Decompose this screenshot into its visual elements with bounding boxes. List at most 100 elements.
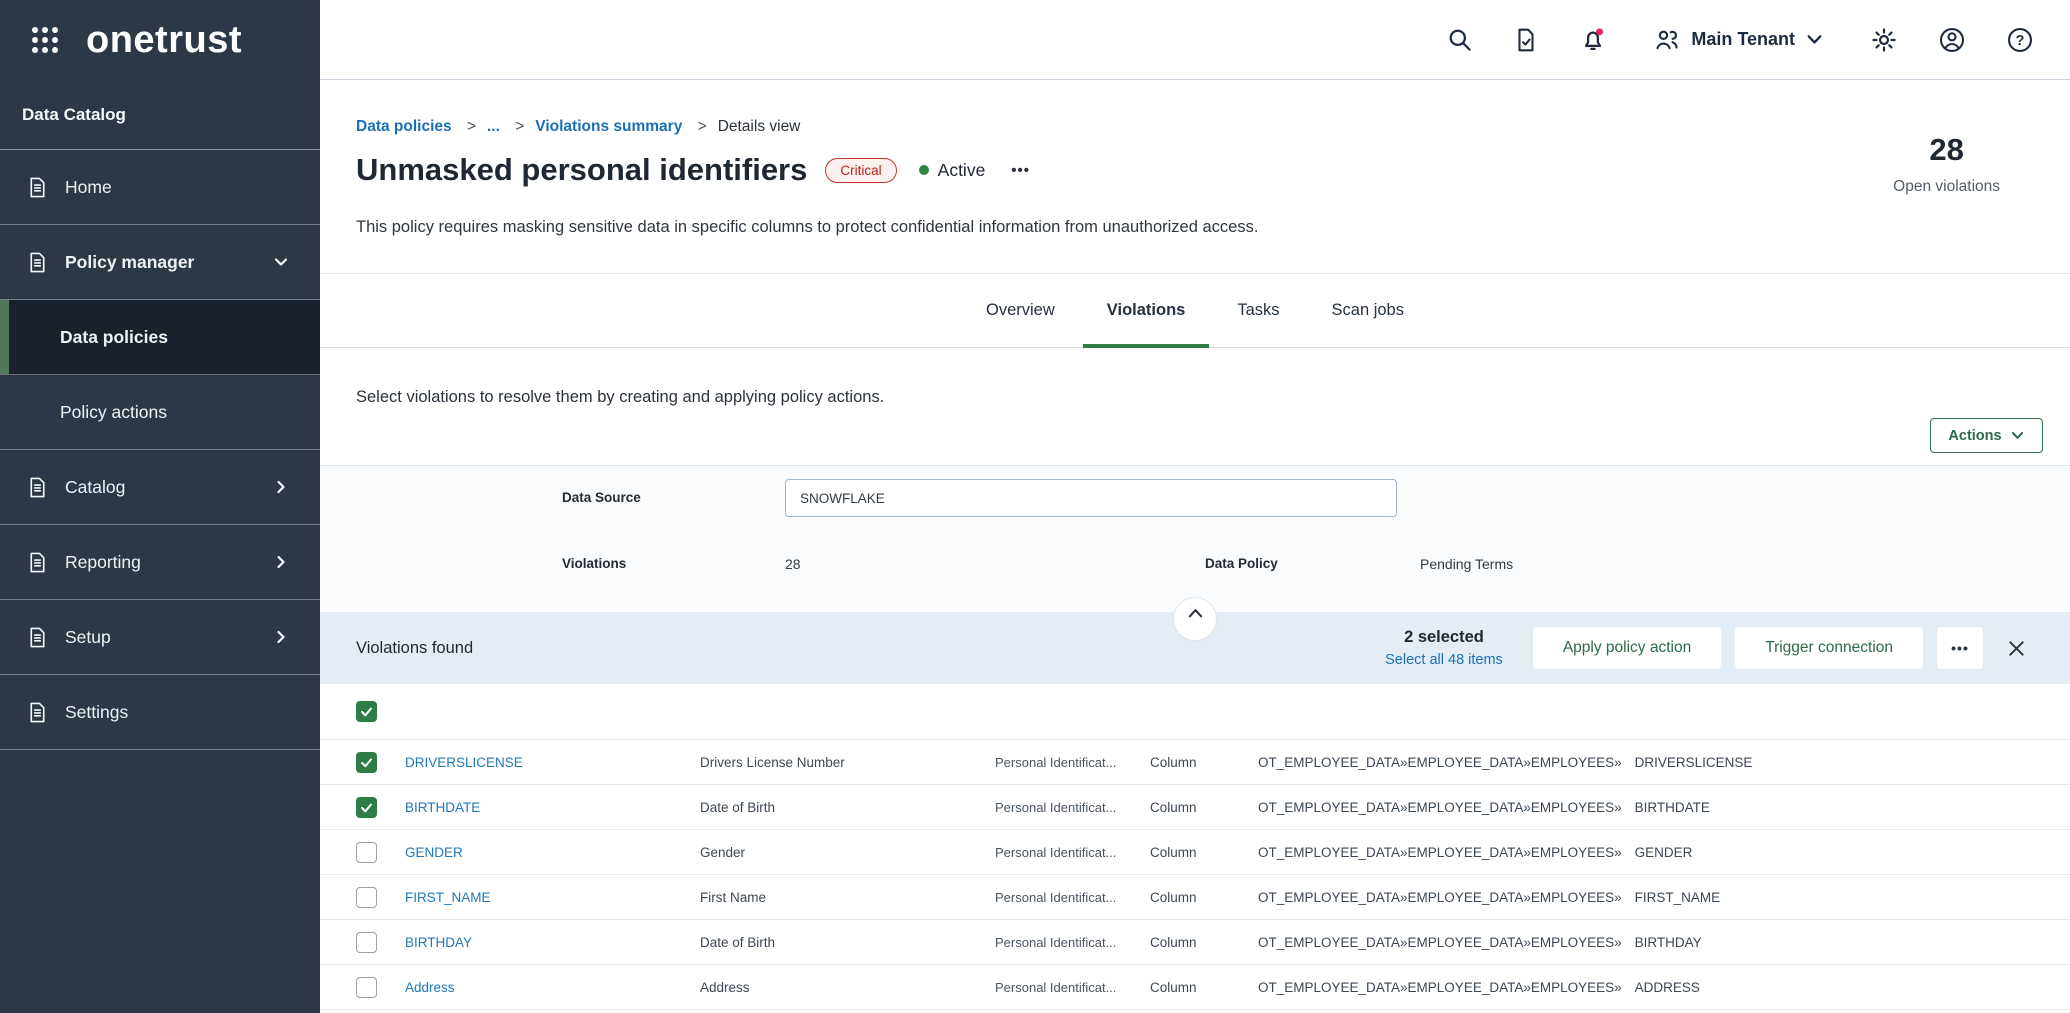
tags-cell: Personal Identificat...: [995, 845, 1150, 860]
tab[interactable]: Tasks: [1235, 274, 1281, 347]
settings-gear-icon[interactable]: [1870, 26, 1898, 54]
terms-cell: Date of Birth: [700, 800, 995, 815]
type-cell: Column: [1150, 935, 1258, 950]
sidebar-item[interactable]: Settings: [0, 675, 320, 750]
sidebar: onetrust Data Catalog Home: [0, 0, 320, 1013]
apply-policy-action-button[interactable]: Apply policy action: [1533, 627, 1721, 669]
sidebar-item-label: Policy actions: [60, 402, 167, 423]
breadcrumb-label: ...: [487, 118, 500, 135]
instruction-text: Select violations to resolve them by cre…: [356, 388, 884, 407]
search-icon[interactable]: [1446, 26, 1473, 53]
tab[interactable]: Overview: [984, 274, 1057, 347]
app-name-label: Data Catalog: [0, 80, 320, 150]
data-source-label: Data Source: [562, 490, 641, 505]
stat-label: Open violations: [1893, 178, 2000, 196]
policy-description: This policy requires masking sensitive d…: [356, 218, 1258, 237]
violation-name-link[interactable]: BIRTHDAY: [405, 935, 700, 950]
select-all-cell: [356, 701, 405, 722]
document-check-icon[interactable]: [1513, 27, 1539, 53]
row-checkbox[interactable]: [356, 797, 377, 818]
tab[interactable]: Violations: [1105, 274, 1188, 347]
selection-bar-actions: 2 selected Select all 48 items Apply pol…: [1385, 627, 2070, 669]
chevron-down-icon: [2010, 428, 2025, 443]
violations-found-title: Violations found: [356, 639, 473, 658]
document-icon: [26, 176, 49, 199]
breadcrumb-item[interactable]: Violations summary: [535, 118, 717, 136]
row-checkbox[interactable]: [356, 752, 377, 773]
type-cell: Column: [1150, 800, 1258, 815]
path-leaf: BIRTHDAY: [1635, 935, 1702, 950]
type-cell: Column: [1150, 890, 1258, 905]
top-bar: Main Tenant ?: [320, 0, 2070, 80]
violation-name-link[interactable]: BIRTHDATE: [405, 800, 700, 815]
sidebar-item[interactable]: Home: [0, 150, 320, 225]
sidebar-item[interactable]: Reporting: [0, 525, 320, 600]
table-row: DRIVERSLICENSE Drivers License Number Pe…: [320, 740, 2070, 785]
help-icon[interactable]: ?: [2006, 26, 2034, 54]
data-policy-value: Pending Terms: [1420, 556, 1513, 572]
more-actions-menu-icon[interactable]: •••: [1937, 627, 1983, 669]
violation-name-link[interactable]: FIRST_NAME: [405, 890, 700, 905]
path-cell: OT_EMPLOYEE_DATA»EMPLOYEE_DATA»EMPLOYEES…: [1258, 755, 2070, 770]
tags-cell: Personal Identificat...: [995, 935, 1150, 950]
document-icon: [26, 626, 49, 649]
chevron-icon: [272, 628, 290, 646]
violations-count-value: 28: [785, 556, 801, 572]
path-leaf: DRIVERSLICENSE: [1635, 755, 1753, 770]
actions-button[interactable]: Actions: [1930, 418, 2043, 453]
row-checkbox[interactable]: [356, 887, 377, 908]
app-window: onetrust Data Catalog Home: [0, 0, 2070, 1013]
select-all-checkbox[interactable]: [356, 701, 377, 722]
tenant-selector[interactable]: Main Tenant: [1653, 26, 1824, 54]
sidebar-item[interactable]: Policy manager: [0, 225, 320, 300]
row-checkbox[interactable]: [356, 842, 377, 863]
sidebar-item[interactable]: Policy actions: [0, 375, 320, 450]
trigger-connection-button[interactable]: Trigger connection: [1735, 627, 1923, 669]
tab-label: Violations: [1107, 301, 1186, 320]
violation-name-link[interactable]: GENDER: [405, 845, 700, 860]
path-prefix: OT_EMPLOYEE_DATA»EMPLOYEE_DATA»EMPLOYEES…: [1258, 935, 1622, 950]
filter-fields-panel: Data Source Violations 28 Data Policy Pe…: [320, 465, 2070, 612]
document-icon: [26, 476, 49, 499]
sidebar-item[interactable]: Catalog: [0, 450, 320, 525]
violation-name-link[interactable]: DRIVERSLICENSE: [405, 755, 700, 770]
terms-cell: Gender: [700, 845, 995, 860]
selection-summary: 2 selected Select all 48 items: [1385, 628, 1503, 668]
sidebar-item[interactable]: Setup: [0, 600, 320, 675]
path-cell: OT_EMPLOYEE_DATA»EMPLOYEE_DATA»EMPLOYEES…: [1258, 980, 2070, 995]
checkbox-cell: [356, 932, 405, 953]
terms-cell: Date of Birth: [700, 935, 995, 950]
path-prefix: OT_EMPLOYEE_DATA»EMPLOYEE_DATA»EMPLOYEES…: [1258, 755, 1622, 770]
collapse-panel-button[interactable]: [1173, 597, 1217, 641]
data-source-input[interactable]: [785, 479, 1397, 517]
path-cell: OT_EMPLOYEE_DATA»EMPLOYEE_DATA»EMPLOYEES…: [1258, 935, 2070, 950]
row-checkbox[interactable]: [356, 932, 377, 953]
terms-cell: First Name: [700, 890, 995, 905]
path-leaf: FIRST_NAME: [1635, 890, 1721, 905]
breadcrumb: Data policies ... Violations summary Det…: [356, 118, 800, 136]
path-leaf: GENDER: [1635, 845, 1693, 860]
path-leaf: ADDRESS: [1635, 980, 1700, 995]
row-checkbox[interactable]: [356, 977, 377, 998]
breadcrumb-item[interactable]: ...: [487, 118, 535, 136]
tags-cell: Personal Identificat...: [995, 980, 1150, 995]
select-all-link[interactable]: Select all 48 items: [1385, 652, 1503, 668]
breadcrumb-item[interactable]: Data policies: [356, 118, 487, 136]
path-prefix: OT_EMPLOYEE_DATA»EMPLOYEE_DATA»EMPLOYEES…: [1258, 980, 1622, 995]
notifications-bell-icon[interactable]: [1579, 26, 1607, 54]
sidebar-item-label: Home: [65, 177, 112, 198]
severity-badge: Critical: [825, 158, 896, 183]
path-cell: OT_EMPLOYEE_DATA»EMPLOYEE_DATA»EMPLOYEES…: [1258, 845, 2070, 860]
breadcrumb-label: Data policies: [356, 118, 452, 135]
breadcrumb-item[interactable]: Details view: [718, 118, 801, 136]
account-icon[interactable]: [1938, 26, 1966, 54]
tab[interactable]: Scan jobs: [1330, 274, 1406, 347]
sidebar-item[interactable]: Data policies: [0, 300, 320, 375]
title-more-menu-icon[interactable]: •••: [1011, 162, 1030, 179]
svg-text:?: ?: [2016, 33, 2025, 49]
violation-name-link[interactable]: Address: [405, 980, 700, 995]
tags-cell: Personal Identificat...: [995, 890, 1150, 905]
close-icon[interactable]: [2005, 637, 2028, 660]
path-prefix: OT_EMPLOYEE_DATA»EMPLOYEE_DATA»EMPLOYEES…: [1258, 800, 1622, 815]
logo: onetrust: [0, 0, 320, 80]
